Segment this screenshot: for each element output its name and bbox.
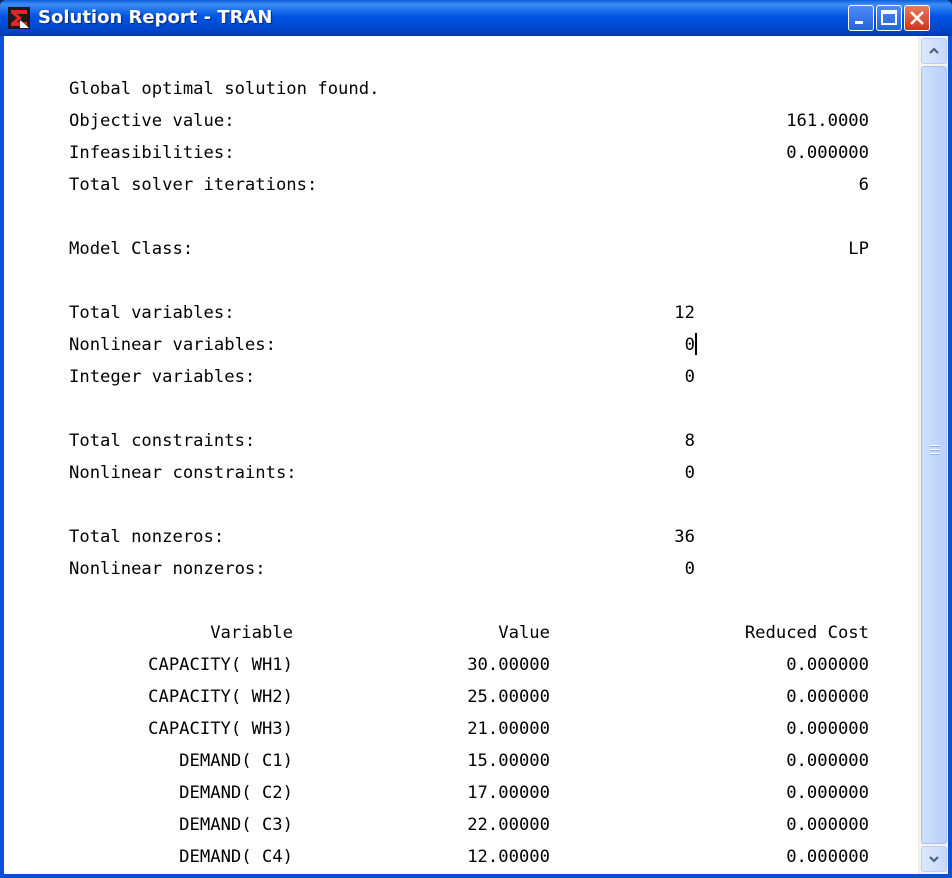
- title-bar[interactable]: Solution Report - TRAN: [0, 0, 952, 36]
- solution-report-window: Solution Report - TRAN Global optimal so…: [0, 0, 952, 878]
- window-frame-right: [948, 36, 952, 878]
- variable-name: CAPACITY( WH3): [148, 719, 293, 739]
- nonlinear-constraints-label: Nonlinear constraints:: [69, 463, 297, 483]
- variable-reduced-cost: 0.000000: [786, 687, 869, 707]
- model-class-label: Model Class:: [69, 239, 194, 259]
- variable-reduced-cost: 0.000000: [786, 783, 869, 803]
- lingo-sigma-icon: [8, 7, 30, 29]
- solution-report-text[interactable]: Global optimal solution found. Objective…: [4, 36, 918, 874]
- thumb-grip: [930, 449, 940, 451]
- objective-value: 161.0000: [786, 111, 869, 131]
- variable-reduced-cost: 0.000000: [786, 751, 869, 771]
- variable-name: DEMAND( C3): [179, 815, 293, 835]
- model-class-value: LP: [848, 239, 869, 259]
- chevron-down-icon: [929, 856, 939, 863]
- infeasibilities-value: 0.000000: [786, 143, 869, 163]
- variable-value: 21.00000: [467, 719, 550, 739]
- close-button[interactable]: [904, 5, 930, 31]
- variable-value: 15.00000: [467, 751, 550, 771]
- nonlinear-nonzeros-label: Nonlinear nonzeros:: [69, 559, 266, 579]
- thumb-grip: [930, 445, 940, 447]
- variable-name: DEMAND( C4): [179, 847, 293, 867]
- thumb-grip: [930, 453, 940, 455]
- scroll-down-button[interactable]: [921, 846, 947, 872]
- total-constraints-value: 8: [684, 431, 695, 451]
- text-cursor: [695, 333, 697, 355]
- nonlinear-constraints-value: 0: [684, 463, 695, 483]
- minimize-icon: [855, 21, 863, 24]
- variable-value: 12.00000: [467, 847, 550, 867]
- variable-name: DEMAND( C1): [179, 751, 293, 771]
- maximize-icon: [881, 10, 897, 25]
- chevron-up-icon: [929, 47, 939, 54]
- integer-variables-label: Integer variables:: [69, 367, 256, 387]
- total-constraints-label: Total constraints:: [69, 431, 256, 451]
- iterations-value: 6: [858, 175, 869, 195]
- variable-name: CAPACITY( WH2): [148, 687, 293, 707]
- maximize-button[interactable]: [876, 5, 902, 31]
- variable-name: DEMAND( C2): [179, 783, 293, 803]
- status-line: Global optimal solution found.: [69, 79, 380, 99]
- variable-name: CAPACITY( WH1): [148, 655, 293, 675]
- nonlinear-nonzeros-value: 0: [684, 559, 695, 579]
- nonlinear-variables-label: Nonlinear variables:: [69, 335, 276, 355]
- variable-value: 22.00000: [467, 815, 550, 835]
- column-header-value: Value: [498, 623, 550, 643]
- total-nonzeros-label: Total nonzeros:: [69, 527, 225, 547]
- infeasibilities-label: Infeasibilities:: [69, 143, 235, 163]
- report-client-area: Global optimal solution found. Objective…: [4, 36, 948, 874]
- variable-value: 17.00000: [467, 783, 550, 803]
- variable-reduced-cost: 0.000000: [786, 719, 869, 739]
- vertical-scrollbar[interactable]: [918, 36, 948, 874]
- objective-label: Objective value:: [69, 111, 235, 131]
- variable-reduced-cost: 0.000000: [786, 655, 869, 675]
- minimize-button[interactable]: [848, 5, 874, 31]
- column-header-variable: Variable: [210, 623, 293, 643]
- scrollbar-thumb[interactable]: [921, 66, 947, 844]
- nonlinear-variables-value: 0: [684, 335, 695, 355]
- variable-value: 25.00000: [467, 687, 550, 707]
- variable-reduced-cost: 0.000000: [786, 847, 869, 867]
- window-frame-bottom: [0, 874, 952, 878]
- total-variables-label: Total variables:: [69, 303, 235, 323]
- close-icon: [910, 11, 924, 25]
- window-title: Solution Report - TRAN: [38, 7, 273, 28]
- total-nonzeros-value: 36: [674, 527, 695, 547]
- integer-variables-value: 0: [684, 367, 695, 387]
- iterations-label: Total solver iterations:: [69, 175, 318, 195]
- variable-value: 30.00000: [467, 655, 550, 675]
- variable-reduced-cost: 0.000000: [786, 815, 869, 835]
- scroll-up-button[interactable]: [921, 38, 947, 64]
- total-variables-value: 12: [674, 303, 695, 323]
- column-header-reduced-cost: Reduced Cost: [744, 623, 869, 643]
